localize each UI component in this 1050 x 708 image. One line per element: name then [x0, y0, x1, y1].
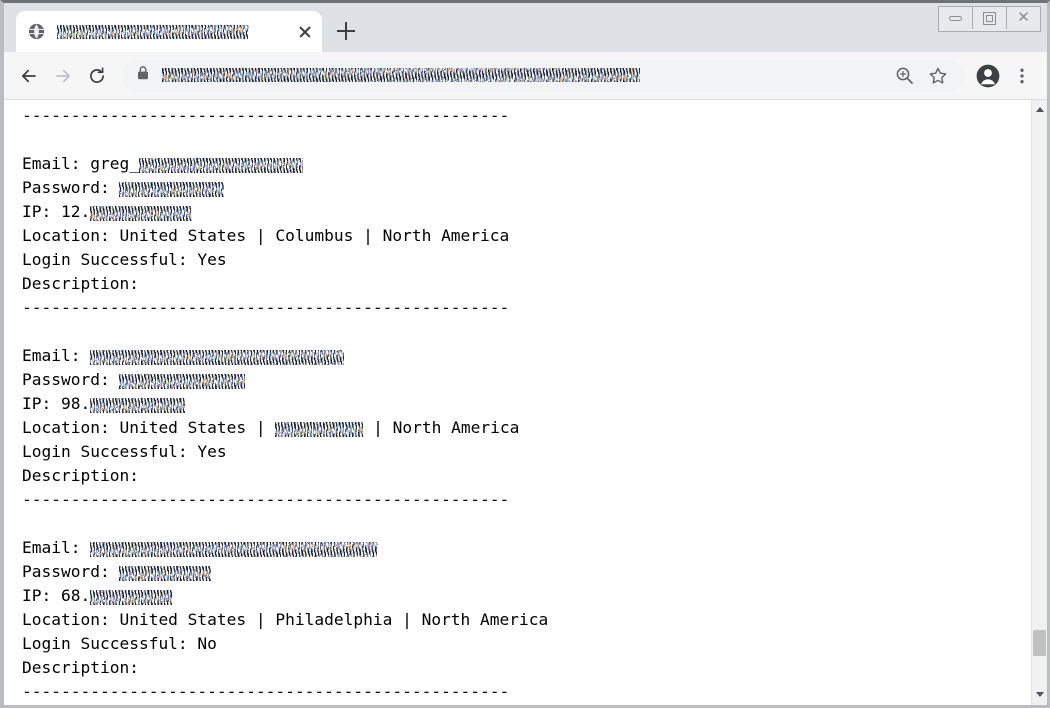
login-successful-line: Login Successful: No — [22, 634, 217, 653]
separator-line: ----------------------------------------… — [22, 682, 510, 701]
password-redacted — [119, 374, 246, 389]
separator-line: ----------------------------------------… — [22, 106, 510, 125]
forward-button[interactable] — [46, 59, 80, 93]
bookmark-button[interactable] — [921, 59, 955, 93]
star-icon — [928, 66, 948, 86]
address-bar-text: [redacted] — [160, 68, 887, 83]
ip-redacted — [90, 590, 173, 605]
minimize-button[interactable] — [939, 7, 973, 29]
scroll-down-arrow-icon[interactable] — [1032, 687, 1047, 703]
description-line: Description: — [22, 274, 139, 293]
location-line: Location: United States | | North Americ… — [22, 418, 520, 437]
location-line: Location: United States | Columbus | Nor… — [22, 226, 510, 245]
ip-line: IP: 12. — [22, 200, 1031, 224]
login-successful-line: Login Successful: Yes — [22, 442, 227, 461]
zoom-button[interactable] — [887, 59, 921, 93]
three-dot-menu-icon — [1013, 67, 1031, 85]
password-line: Password: — [22, 560, 1031, 584]
avatar-icon — [975, 63, 1001, 89]
arrow-left-icon — [19, 66, 39, 86]
browser-window: [redacted] ✕ — [0, 0, 1050, 708]
ip-redacted — [90, 398, 186, 413]
tab-title: [redacted] — [53, 24, 292, 40]
description-line: Description: — [22, 466, 139, 485]
reload-button[interactable] — [80, 59, 114, 93]
zoom-in-icon — [895, 66, 914, 85]
url-redacted: [redacted] — [162, 68, 640, 82]
separator-line: ----------------------------------------… — [22, 298, 510, 317]
email-line: Email: — [22, 344, 1031, 368]
reload-icon — [87, 66, 107, 86]
description-line: Description: — [22, 658, 139, 677]
city-redacted — [275, 422, 364, 437]
maximize-restore-button[interactable] — [973, 7, 1007, 29]
vertical-scrollbar[interactable] — [1031, 100, 1047, 705]
tab-strip: [redacted] ✕ — [4, 3, 1047, 52]
address-bar[interactable]: [redacted] — [122, 59, 965, 93]
login-successful-line: Login Successful: Yes — [22, 250, 227, 269]
location-line: Location: United States | Philadelphia |… — [22, 610, 549, 629]
page-content: ----------------------------------------… — [4, 100, 1031, 705]
page-viewport: ----------------------------------------… — [4, 100, 1047, 705]
email-line: Email: greg_ — [22, 152, 1031, 176]
tab-title-redacted: [redacted] — [57, 24, 249, 39]
globe-icon — [28, 23, 45, 40]
arrow-right-icon — [53, 66, 73, 86]
lock-icon — [136, 65, 150, 86]
browser-tab[interactable]: [redacted] — [16, 11, 322, 52]
password-line: Password: — [22, 176, 1031, 200]
scroll-up-arrow-icon[interactable] — [1032, 102, 1047, 118]
ip-redacted — [90, 206, 193, 221]
email-redacted — [138, 158, 303, 173]
window-controls: ✕ — [938, 6, 1041, 32]
close-window-button[interactable]: ✕ — [1007, 7, 1040, 29]
profile-button[interactable] — [971, 59, 1005, 93]
email-redacted — [90, 542, 379, 557]
separator-line: ----------------------------------------… — [22, 490, 510, 509]
browser-menu-button[interactable] — [1005, 59, 1039, 93]
scrollbar-thumb[interactable] — [1033, 630, 1046, 656]
credential-log-dump: ----------------------------------------… — [4, 100, 1031, 704]
back-button[interactable] — [12, 59, 46, 93]
ip-line: IP: 68. — [22, 584, 1031, 608]
email-line: Email: — [22, 536, 1031, 560]
password-redacted — [119, 182, 225, 197]
ip-line: IP: 98. — [22, 392, 1031, 416]
tab-close-icon[interactable] — [296, 23, 314, 41]
email-redacted — [90, 350, 345, 365]
browser-toolbar: [redacted] — [4, 52, 1047, 100]
new-tab-button[interactable] — [334, 19, 358, 43]
password-redacted — [119, 566, 212, 581]
omnibox-actions — [887, 59, 955, 93]
password-line: Password: — [22, 368, 1031, 392]
